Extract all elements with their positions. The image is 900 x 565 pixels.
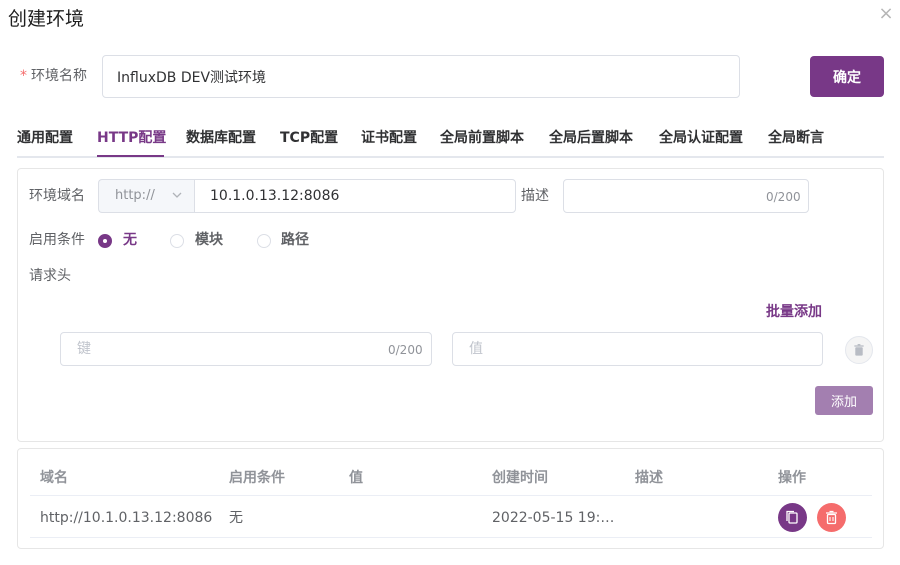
add-header-button[interactable]: 添加 bbox=[815, 386, 873, 415]
cell-created: 2022-05-15 19:… bbox=[492, 510, 615, 526]
tab-global-auth[interactable]: 全局认证配置 bbox=[659, 129, 743, 147]
domain-label: 环境域名 bbox=[29, 188, 85, 204]
condition-label-path[interactable]: 路径 bbox=[281, 230, 309, 250]
copy-icon bbox=[786, 510, 798, 524]
cell-domain: http://10.1.0.13.12:8086 bbox=[40, 510, 213, 526]
row-divider bbox=[30, 537, 872, 538]
header-key-counter: 0/200 bbox=[388, 343, 423, 357]
config-tabs: 通用配置 HTTP配置 数据库配置 TCP配置 证书配置 全局前置脚本 全局后置… bbox=[17, 122, 884, 158]
tab-global-post-script[interactable]: 全局后置脚本 bbox=[549, 129, 633, 147]
headers-label: 请求头 bbox=[29, 268, 71, 284]
close-icon[interactable]: × bbox=[878, 4, 894, 24]
copy-row-button[interactable] bbox=[778, 503, 807, 532]
env-name-label: * 环境名称 bbox=[20, 66, 87, 86]
column-header-condition: 启用条件 bbox=[229, 470, 285, 486]
active-tab-indicator bbox=[97, 155, 164, 157]
tab-certificate[interactable]: 证书配置 bbox=[361, 129, 417, 147]
header-key-input[interactable] bbox=[60, 332, 432, 366]
confirm-button[interactable]: 确定 bbox=[810, 56, 884, 97]
column-header-domain: 域名 bbox=[40, 470, 68, 486]
condition-radio-none[interactable] bbox=[98, 234, 112, 248]
condition-radio-path[interactable] bbox=[257, 234, 271, 248]
delete-header-button[interactable] bbox=[845, 336, 873, 364]
delete-row-button[interactable] bbox=[817, 503, 846, 532]
tab-http[interactable]: HTTP配置 bbox=[97, 129, 166, 147]
dialog-title: 创建环境 bbox=[8, 8, 85, 30]
cell-condition: 无 bbox=[229, 510, 243, 526]
column-header-value: 值 bbox=[349, 470, 363, 486]
protocol-select[interactable]: http:// bbox=[98, 179, 194, 213]
trash-icon bbox=[826, 510, 837, 525]
trash-icon bbox=[854, 344, 864, 356]
column-header-created: 创建时间 bbox=[492, 470, 548, 486]
column-header-desc: 描述 bbox=[635, 470, 663, 486]
tab-global-assertion[interactable]: 全局断言 bbox=[768, 129, 824, 147]
tab-tcp[interactable]: TCP配置 bbox=[280, 129, 338, 147]
protocol-value: http:// bbox=[115, 188, 155, 203]
header-key-placeholder: 键 bbox=[77, 341, 91, 357]
condition-label-module[interactable]: 模块 bbox=[195, 230, 223, 250]
domain-input[interactable] bbox=[194, 179, 516, 213]
required-mark: * bbox=[20, 68, 27, 84]
header-divider bbox=[30, 495, 872, 496]
column-header-actions: 操作 bbox=[778, 470, 806, 486]
tab-general[interactable]: 通用配置 bbox=[17, 129, 73, 147]
batch-add-link[interactable]: 批量添加 bbox=[766, 302, 822, 322]
tab-global-pre-script[interactable]: 全局前置脚本 bbox=[440, 129, 524, 147]
header-value-input[interactable] bbox=[452, 332, 823, 366]
environment-table bbox=[17, 448, 884, 549]
condition-radio-module[interactable] bbox=[170, 234, 184, 248]
chevron-down-icon bbox=[172, 180, 182, 226]
env-name-label-text: 环境名称 bbox=[31, 68, 87, 84]
env-name-input[interactable] bbox=[102, 55, 740, 98]
desc-label: 描述 bbox=[521, 188, 549, 204]
desc-counter: 0/200 bbox=[766, 190, 801, 204]
condition-label-none[interactable]: 无 bbox=[123, 230, 137, 250]
condition-label: 启用条件 bbox=[29, 232, 85, 248]
header-value-placeholder: 值 bbox=[469, 341, 483, 357]
tab-database[interactable]: 数据库配置 bbox=[186, 129, 256, 147]
